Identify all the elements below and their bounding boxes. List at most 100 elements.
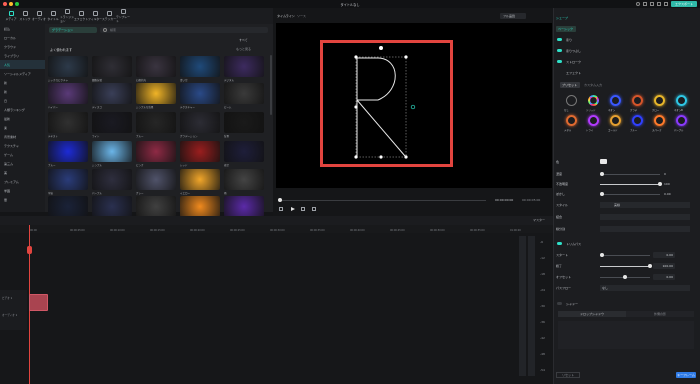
media-card[interactable]	[180, 83, 220, 104]
filter-all[interactable]: すべて	[239, 38, 248, 42]
nav-cloud[interactable]: クラウド	[0, 42, 45, 51]
nav-dark[interactable]: 闇	[0, 195, 45, 204]
opacity-value[interactable]: 0	[664, 172, 666, 176]
fill-toggle[interactable]	[557, 38, 562, 41]
playhead-knob[interactable]	[278, 198, 282, 202]
media-card[interactable]	[136, 196, 176, 217]
opacity-slider-knob[interactable]	[600, 172, 604, 176]
close-window-button[interactable]	[3, 2, 7, 6]
media-card[interactable]	[92, 196, 132, 217]
stroke-toggle[interactable]	[557, 60, 562, 63]
toolbar-transition[interactable]: トランジション	[60, 8, 74, 24]
media-card[interactable]	[48, 196, 88, 217]
tab-basic[interactable]: ベーシック	[556, 26, 576, 32]
gift-icon[interactable]	[664, 2, 668, 6]
width-slider-knob[interactable]	[600, 192, 604, 196]
tab-custom[interactable]: カスタム入力	[584, 83, 602, 87]
media-card[interactable]	[48, 141, 88, 162]
media-card[interactable]	[224, 141, 264, 162]
toolbar-audio[interactable]: オーディオ	[32, 8, 46, 24]
stop-icon[interactable]	[312, 207, 316, 211]
media-card[interactable]	[92, 56, 132, 77]
nav-new-2[interactable]: 新	[0, 87, 45, 96]
tab-preset[interactable]: プリセット	[560, 82, 580, 88]
nav-social[interactable]: ソーシャルメディア	[0, 69, 45, 78]
stroke-preset[interactable]	[566, 95, 577, 106]
playhead-handle[interactable]	[27, 246, 32, 254]
offset-value[interactable]: 0.00	[653, 274, 675, 280]
end-slider[interactable]	[600, 266, 650, 267]
media-card[interactable]	[48, 83, 88, 104]
toolbar-filter[interactable]: フィルター	[88, 8, 102, 24]
media-card[interactable]	[136, 112, 176, 133]
media-card[interactable]	[48, 56, 88, 77]
media-card[interactable]	[224, 169, 264, 190]
quality-select[interactable]: フル品質	[500, 13, 526, 19]
width-value[interactable]: 0.00	[664, 192, 671, 196]
zoom-window-button[interactable]	[15, 2, 19, 6]
toolbar-media[interactable]: メディア	[4, 8, 18, 24]
media-card[interactable]	[92, 169, 132, 190]
reset-button[interactable]: リセット	[556, 372, 580, 378]
nav-day[interactable]: 日	[0, 96, 45, 105]
join-options[interactable]	[600, 214, 690, 220]
trim-toggle[interactable]	[557, 242, 562, 245]
account-icon[interactable]	[636, 2, 640, 6]
toolbar-title[interactable]: タイトル	[46, 8, 60, 24]
nav-latest[interactable]: 最新	[0, 114, 45, 123]
tab-outer-shadow[interactable]: 外側の影	[626, 311, 694, 317]
width-slider[interactable]	[600, 194, 660, 195]
opacity-slider[interactable]	[600, 174, 660, 175]
nav-library[interactable]: ライブラリ	[0, 51, 45, 60]
style-select[interactable]: 実線	[600, 202, 690, 208]
nav-local[interactable]: ローカル	[0, 33, 45, 42]
start-slider-knob[interactable]	[600, 253, 604, 257]
stroke-preset[interactable]	[566, 115, 577, 126]
color-swatch[interactable]	[600, 159, 607, 164]
mask-toggle[interactable]	[557, 49, 562, 52]
tab-shape[interactable]: シェープ	[556, 16, 568, 20]
nav-new[interactable]: 新	[0, 78, 45, 87]
end-value[interactable]: 100.00	[653, 263, 675, 269]
stroke-preset[interactable]	[588, 115, 599, 126]
media-card[interactable]	[180, 56, 220, 77]
tab-source[interactable]: ソース	[297, 14, 306, 18]
path-select[interactable]: なし	[600, 285, 690, 291]
media-card[interactable]	[92, 141, 132, 162]
media-card[interactable]	[136, 83, 176, 104]
nav-game[interactable]: ゲーム	[0, 150, 45, 159]
stroke-preset[interactable]	[610, 115, 621, 126]
media-card[interactable]	[136, 56, 176, 77]
minimize-window-button[interactable]	[9, 2, 13, 6]
blur-value[interactable]: 100	[664, 182, 670, 186]
stroke-preset[interactable]	[654, 95, 665, 106]
tag-gradient[interactable]: グラデーション	[49, 27, 97, 33]
cap-options[interactable]	[600, 226, 690, 232]
nav-popular[interactable]: 人気	[0, 60, 45, 69]
toolbar-sticker[interactable]: ステッカー	[102, 8, 116, 24]
blur-slider[interactable]	[600, 184, 660, 185]
export-button[interactable]: エクスポート	[671, 1, 697, 7]
nav-school[interactable]: 学園	[0, 186, 45, 195]
nav-background[interactable]: 背景素材	[0, 132, 45, 141]
stroke-preset[interactable]	[676, 115, 687, 126]
stroke-preset[interactable]	[632, 115, 643, 126]
nav-third[interactable]: 第三ム	[0, 159, 45, 168]
play-icon[interactable]	[291, 207, 295, 211]
media-card[interactable]	[92, 112, 132, 133]
media-card[interactable]	[48, 169, 88, 190]
playback-progress[interactable]	[280, 200, 486, 201]
stroke-preset[interactable]	[632, 95, 643, 106]
stroke-preset[interactable]	[610, 95, 621, 106]
cloud-icon[interactable]	[650, 2, 654, 6]
stroke-preset[interactable]	[676, 95, 687, 106]
nav-beauty[interactable]: 美	[0, 168, 45, 177]
search-input[interactable]: 検索	[100, 27, 268, 33]
toolbar-effect[interactable]: エフェクト	[74, 8, 88, 24]
offset-slider-knob[interactable]	[623, 275, 627, 279]
see-more-link[interactable]: もっと見る	[236, 47, 251, 51]
media-card[interactable]	[136, 141, 176, 162]
media-card[interactable]	[92, 83, 132, 104]
nav-premium[interactable]: プレミアム	[0, 177, 45, 186]
start-value[interactable]: 0.00	[653, 252, 675, 258]
